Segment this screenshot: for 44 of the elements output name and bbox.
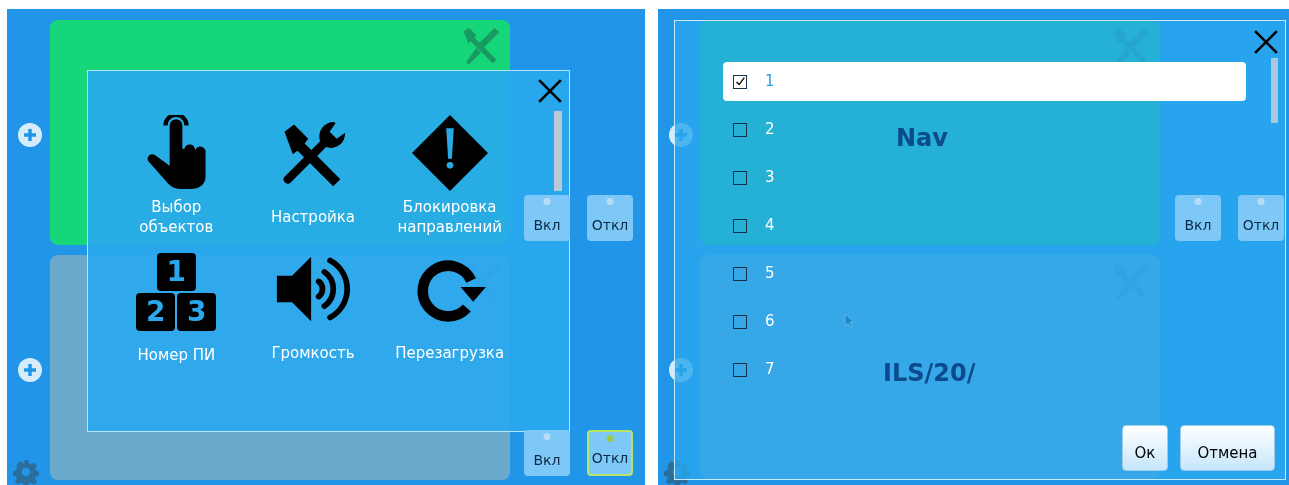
item-label: 2 bbox=[765, 119, 775, 141]
list-item[interactable]: 5 bbox=[723, 254, 779, 293]
list-item[interactable]: 1 bbox=[723, 62, 1246, 101]
item-label: 6 bbox=[765, 311, 775, 333]
close-icon[interactable] bbox=[537, 78, 563, 104]
plus-icon[interactable] bbox=[18, 123, 42, 147]
checkbox[interactable] bbox=[733, 74, 747, 89]
menu-tile[interactable]: Настройка bbox=[244, 115, 382, 239]
list-item[interactable]: 2 bbox=[723, 110, 779, 149]
toggle-button[interactable]: Откл bbox=[587, 430, 633, 476]
cancel-button[interactable]: Отмена bbox=[1180, 425, 1275, 471]
warning-icon bbox=[411, 115, 488, 191]
menu-tile[interactable]: 1 2 3 Номер ПИ bbox=[108, 251, 245, 377]
item-label: 5 bbox=[765, 263, 775, 285]
list-item[interactable]: 4 bbox=[723, 206, 779, 245]
list-item[interactable]: 3 bbox=[723, 158, 779, 197]
scrollbar[interactable] bbox=[554, 111, 562, 191]
close-icon[interactable] bbox=[1253, 29, 1279, 55]
list-item[interactable]: 7 bbox=[723, 350, 779, 389]
checkbox[interactable] bbox=[733, 314, 747, 329]
panel-title: ILS/20/ bbox=[883, 358, 976, 389]
item-label: 3 bbox=[765, 167, 775, 189]
checkbox[interactable] bbox=[733, 170, 747, 185]
item-label: 1 bbox=[765, 71, 775, 93]
menu-tile[interactable]: Выбор объектов bbox=[108, 115, 245, 239]
item-label: 4 bbox=[765, 215, 775, 237]
toggle-button[interactable]: Вкл bbox=[1175, 195, 1221, 241]
plus-icon[interactable] bbox=[18, 358, 42, 382]
checkbox[interactable] bbox=[733, 122, 747, 137]
toggle-button[interactable]: Вкл bbox=[524, 195, 570, 241]
ok-button[interactable]: Ок bbox=[1122, 425, 1168, 471]
panel-title: Nav bbox=[896, 123, 948, 154]
checkbox[interactable] bbox=[733, 266, 747, 281]
toggle-button[interactable]: Откл bbox=[1238, 195, 1284, 241]
checkbox[interactable] bbox=[733, 218, 747, 233]
item-label: 7 bbox=[765, 359, 775, 381]
checkbox[interactable] bbox=[733, 362, 747, 377]
list-item[interactable]: 6 bbox=[723, 302, 779, 341]
menu-tile[interactable]: Блокировка направлений bbox=[381, 115, 518, 239]
scrollbar[interactable] bbox=[1271, 58, 1278, 123]
toggle-button[interactable]: Вкл bbox=[524, 430, 570, 476]
toggle-button[interactable]: Откл bbox=[587, 195, 633, 241]
menu-tile[interactable]: Перезагрузка bbox=[381, 251, 518, 377]
menu-tile[interactable]: Громкость bbox=[244, 251, 382, 377]
